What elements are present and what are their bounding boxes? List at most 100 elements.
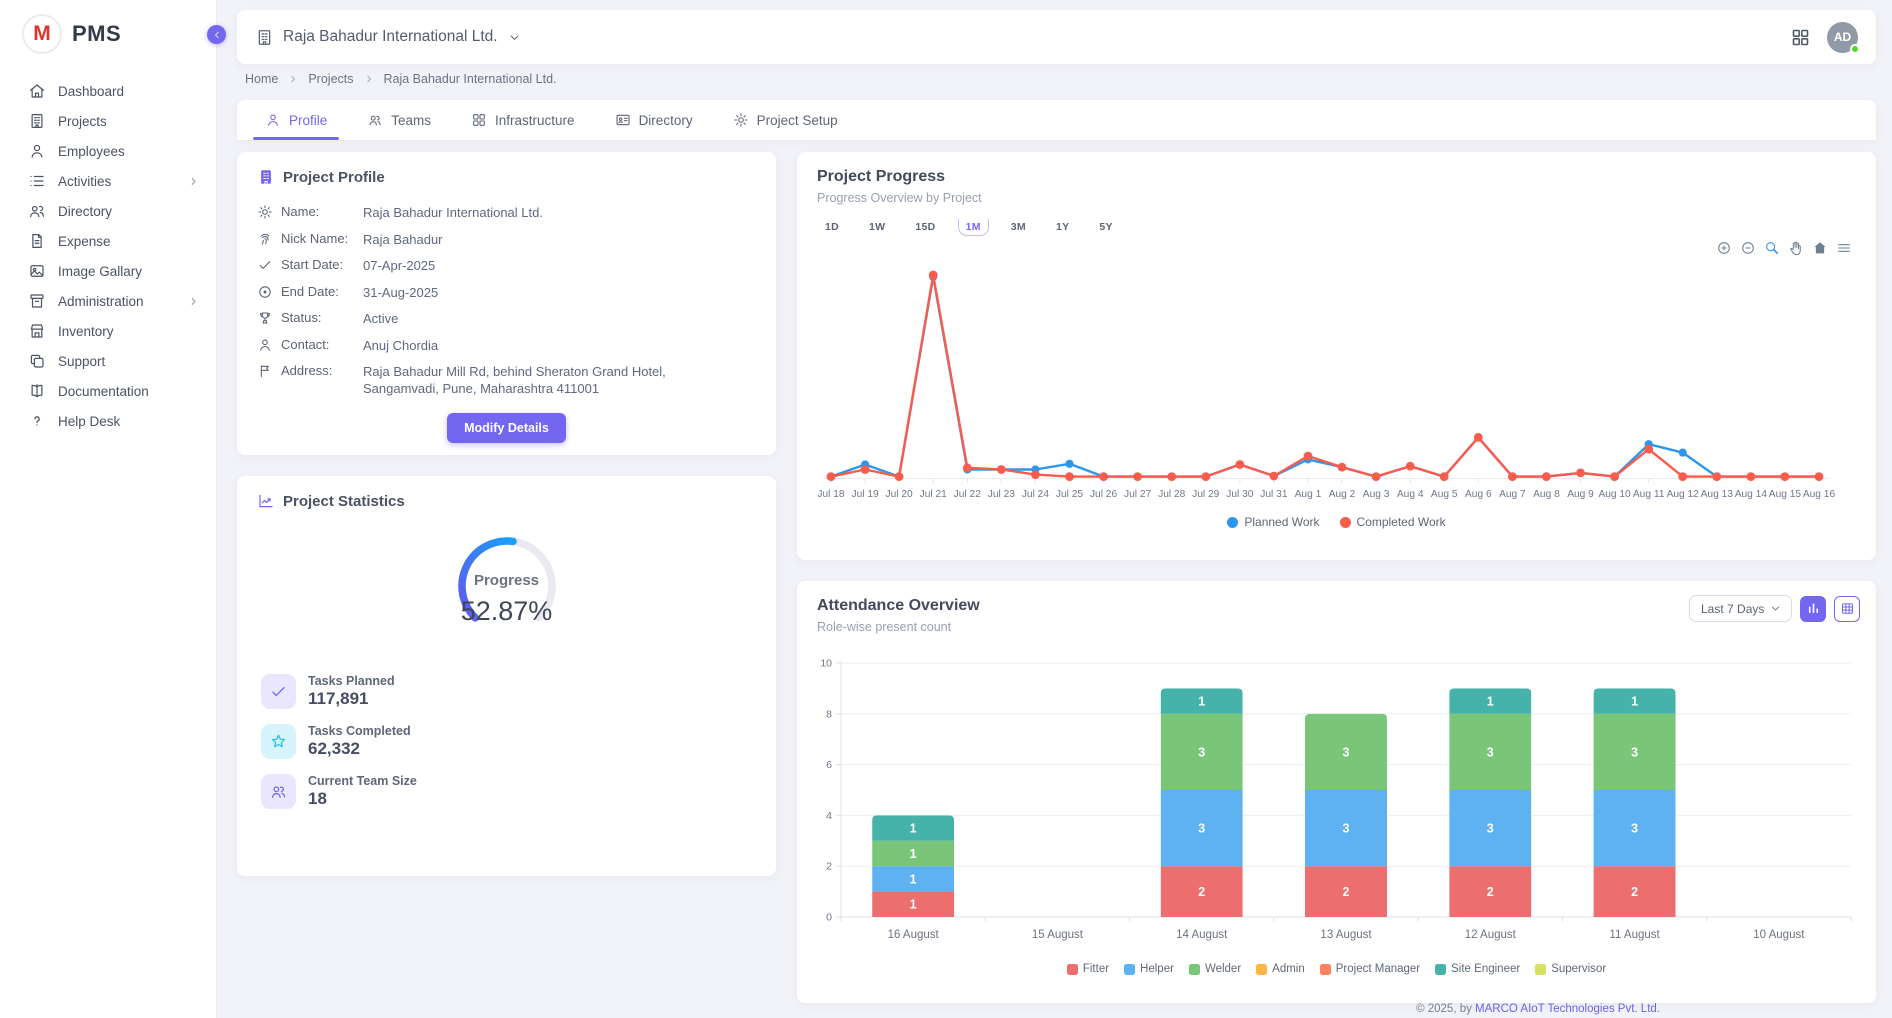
stat-star-icon: [269, 732, 288, 751]
tab-infrastructure[interactable]: Infrastructure: [451, 100, 595, 140]
receipt-icon: [28, 232, 46, 250]
svg-text:1: 1: [910, 898, 917, 912]
stat-check-icon: [269, 682, 288, 701]
profile-field-end-date: End Date:31-Aug-2025: [257, 279, 756, 306]
footer-company-link[interactable]: MARCO AIoT Technologies Pvt. Ltd.: [1475, 1003, 1660, 1015]
legend-helper[interactable]: Helper: [1124, 963, 1174, 975]
bar-chart-icon: [1806, 601, 1821, 616]
bar-11-august: 2331: [1594, 688, 1676, 917]
legend-admin[interactable]: Admin: [1256, 963, 1305, 975]
legend-label: Admin: [1272, 963, 1305, 975]
project-profile-card: Project Profile Name:Raja Bahadur Intern…: [237, 152, 776, 455]
brand-name: PMS: [72, 21, 121, 47]
range-button-1d[interactable]: 1D: [817, 218, 847, 236]
sidebar-item-dashboard[interactable]: Dashboard: [0, 76, 216, 106]
sidebar-item-administration[interactable]: Administration: [0, 286, 216, 316]
stat-chip: [261, 724, 296, 759]
legend-site-engineer[interactable]: Site Engineer: [1435, 963, 1520, 975]
svg-text:2: 2: [1631, 885, 1638, 899]
menu-icon[interactable]: [1836, 240, 1852, 256]
tab-project-setup[interactable]: Project Setup: [713, 100, 858, 140]
svg-text:Aug 16: Aug 16: [1803, 489, 1836, 500]
stat-label: Tasks Planned: [308, 674, 395, 688]
svg-text:Jul 30: Jul 30: [1226, 489, 1254, 500]
panning-icon[interactable]: [1788, 240, 1804, 256]
sidebar-item-expense[interactable]: Expense: [0, 226, 216, 256]
sidebar-item-image-gallary[interactable]: Image Gallary: [0, 256, 216, 286]
range-button-15d[interactable]: 15D: [907, 218, 943, 236]
range-button-1m[interactable]: 1M: [958, 219, 989, 236]
dropdown-chevron-down-icon: [1769, 602, 1782, 615]
company-selector[interactable]: Raja Bahadur International Ltd.: [255, 28, 522, 47]
range-button-3m[interactable]: 3M: [1003, 218, 1034, 236]
tab-teams[interactable]: Teams: [347, 100, 451, 140]
attendance-bar-chart-svg: 024681016 August111115 August14 August23…: [811, 655, 1862, 957]
legend-label: Fitter: [1083, 963, 1109, 975]
range-button-5y[interactable]: 5Y: [1091, 218, 1120, 236]
breadcrumb-item-projects[interactable]: Projects: [308, 72, 353, 86]
svg-text:Jul 27: Jul 27: [1124, 489, 1152, 500]
legend-swatch-icon: [1535, 964, 1546, 975]
apps-grid-button[interactable]: [1790, 27, 1811, 48]
tab-profile[interactable]: Profile: [245, 100, 347, 140]
field-gear-icon: [257, 204, 273, 220]
reset-zoom-icon[interactable]: [1812, 240, 1828, 256]
zoom-out-icon[interactable]: [1740, 240, 1756, 256]
legend-supervisor[interactable]: Supervisor: [1535, 963, 1606, 975]
zoom-in-icon[interactable]: [1716, 240, 1732, 256]
legend-swatch-icon: [1067, 964, 1078, 975]
field-label: Nick Name:: [281, 226, 363, 253]
breadcrumb: HomeProjectsRaja Bahadur International L…: [245, 72, 557, 86]
sidebar-collapse-button[interactable]: [207, 25, 226, 44]
svg-text:Aug 13: Aug 13: [1701, 489, 1734, 500]
project-statistics-icon: [257, 492, 275, 510]
sidebar-item-label: Directory: [58, 204, 200, 219]
legend-planned-work[interactable]: Planned Work: [1227, 515, 1319, 529]
range-button-1y[interactable]: 1Y: [1048, 218, 1077, 236]
legend-fitter[interactable]: Fitter: [1067, 963, 1109, 975]
sidebar-item-directory[interactable]: Directory: [0, 196, 216, 226]
field-label: Status:: [281, 305, 363, 332]
legend-marker-icon: [1340, 517, 1351, 528]
sidebar-item-activities[interactable]: Activities: [0, 166, 216, 196]
sidebar-item-inventory[interactable]: Inventory: [0, 316, 216, 346]
user-avatar[interactable]: AD: [1827, 22, 1858, 53]
svg-text:Aug 6: Aug 6: [1465, 489, 1492, 500]
gauge-value: 52.87%: [427, 596, 587, 627]
legend-welder[interactable]: Welder: [1189, 963, 1241, 975]
modify-details-button[interactable]: Modify Details: [447, 413, 566, 443]
sidebar-item-label: Activities: [58, 174, 175, 189]
svg-text:Aug 3: Aug 3: [1363, 489, 1390, 500]
progress-line-chart: Jul 18Jul 19Jul 20Jul 21Jul 22Jul 23Jul …: [811, 256, 1862, 519]
page-tabs: ProfileTeamsInfrastructureDirectoryProje…: [237, 100, 1876, 140]
breadcrumb-item-home[interactable]: Home: [245, 72, 278, 86]
sidebar-item-employees[interactable]: Employees: [0, 136, 216, 166]
svg-text:3: 3: [1631, 745, 1638, 759]
tab-directory[interactable]: Directory: [595, 100, 713, 140]
tab-teams-icon: [367, 112, 383, 128]
legend-completed-work[interactable]: Completed Work: [1340, 515, 1446, 529]
sidebar-item-documentation[interactable]: Documentation: [0, 376, 216, 406]
stat-value: 18: [308, 789, 417, 809]
attendance-bar-view-button[interactable]: [1800, 596, 1826, 622]
attendance-table-view-button[interactable]: [1834, 596, 1860, 622]
svg-text:3: 3: [1343, 745, 1350, 759]
field-fingerprint-icon: [257, 231, 273, 247]
svg-text:Jul 31: Jul 31: [1260, 489, 1288, 500]
sidebar-item-projects[interactable]: Projects: [0, 106, 216, 136]
field-value: 07-Apr-2025: [363, 252, 703, 274]
gauge-label: Progress: [427, 572, 587, 589]
profile-field-contact: Contact:Anuj Chordia: [257, 332, 756, 359]
svg-text:Aug 1: Aug 1: [1295, 489, 1322, 500]
sidebar-item-help-desk[interactable]: Help Desk: [0, 406, 216, 436]
field-label: Contact:: [281, 332, 363, 359]
tab-infrastructure-icon: [471, 112, 487, 128]
online-status-dot: [1850, 44, 1860, 54]
selection-zoom-icon[interactable]: [1764, 240, 1780, 256]
range-button-1w[interactable]: 1W: [861, 218, 893, 236]
field-circledot-icon: [257, 284, 273, 300]
stat-current-team-size: Current Team Size18: [261, 774, 756, 809]
sidebar-item-support[interactable]: Support: [0, 346, 216, 376]
legend-project-manager[interactable]: Project Manager: [1320, 963, 1420, 975]
attendance-range-dropdown[interactable]: Last 7 Days: [1689, 595, 1792, 622]
